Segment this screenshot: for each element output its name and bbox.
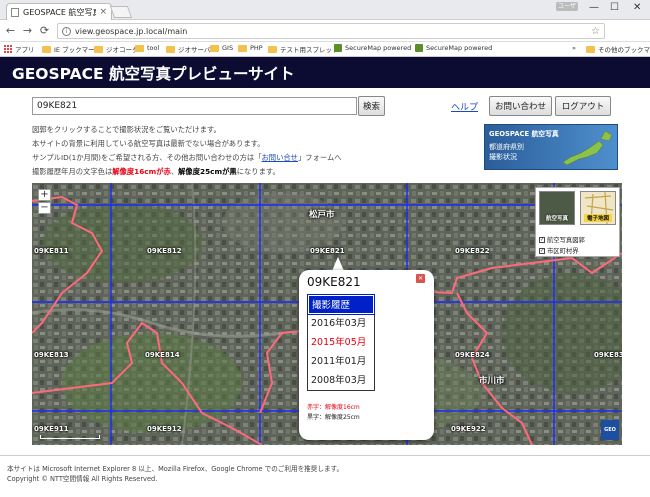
bookmark-star-icon[interactable]: ☆ [591, 26, 600, 37]
globe-icon [415, 44, 423, 52]
forward-icon[interactable]: → [21, 24, 34, 38]
capture-history-list: 撮影履歴 2016年03月 2015年05月 2011年01月 2008年03月 [307, 294, 375, 391]
close-window-icon[interactable]: ✕ [633, 2, 641, 13]
aerial-map[interactable]: 09KE811 09KE812 09KE821 09KE822 09KE813 … [32, 183, 622, 445]
bookmark-link[interactable]: SecureMap powered [334, 44, 411, 52]
popup-title: 09KE821 [307, 275, 361, 289]
folder-icon [238, 44, 247, 52]
tile-label[interactable]: 09KE814 [145, 351, 180, 359]
minimize-icon[interactable]: — [589, 2, 599, 13]
japan-map-icon [562, 130, 613, 166]
tile-label[interactable]: 09KE912 [147, 425, 182, 433]
bookmarks-bar: アプリ IE ブックマーク ジオコーダ tool ジオサーバ GIS PHP テ… [0, 42, 650, 57]
bookmark-folder[interactable]: PHP [238, 44, 263, 52]
tile-label[interactable]: 09KE821 [310, 247, 345, 255]
boundary-layer-checkbox[interactable]: ✓ 市区町村界 [539, 246, 578, 255]
folder-icon [42, 45, 51, 53]
tile-label[interactable]: 09KE822 [455, 247, 490, 255]
bookmark-folder[interactable]: ジオコーダ [94, 44, 139, 54]
legend-red-note: 赤字：解像度16cm [307, 404, 360, 411]
folder-icon [210, 44, 219, 52]
capture-date-item[interactable]: 2015年05月 [308, 333, 374, 352]
search-input[interactable] [32, 97, 357, 115]
browser-tabbar: GEOSPACE 航空写真プレビ × ユーザ — ☐ ✕ [0, 0, 650, 20]
apps-icon [4, 45, 12, 53]
legend-black-note: 黒字：解像度25cm [307, 414, 360, 421]
site-title: GEOSPACE 航空写真プレビューサイト [12, 65, 295, 83]
city-label: 市川市 [479, 376, 505, 386]
popup-close-icon[interactable]: ✕ [416, 274, 425, 283]
bookmark-apps[interactable]: アプリ [4, 44, 35, 54]
tile-label[interactable]: 09KE813 [34, 351, 69, 359]
folder-icon [166, 45, 175, 53]
contact-button[interactable]: お問い合わせ [489, 96, 552, 116]
tile-label[interactable]: 09KE922 [451, 425, 486, 433]
bookmark-folder[interactable]: tool [135, 44, 159, 52]
desc-line: 撮影履歴年月の文字色は解像度16cmが赤、解像度25cmが黒になります。 [32, 167, 280, 176]
url-text[interactable]: view.geospace.jp.local/main [75, 27, 591, 36]
banner-subtitle: 都道府県別 撮影状況 [489, 143, 524, 161]
capture-date-item[interactable]: 2011年01月 [308, 352, 374, 371]
checkbox-checked-icon: ✓ [539, 236, 545, 243]
bookmark-folder[interactable]: GIS [210, 44, 233, 52]
site-info-icon[interactable]: i [62, 26, 71, 36]
desc-line: 図郭をクリックすることで撮影状況をご覧いただけます。 [32, 125, 221, 134]
tab-title: GEOSPACE 航空写真プレビ [23, 7, 96, 17]
zoom-in-button[interactable]: + [38, 189, 51, 201]
tile-info-popup: ✕ 09KE821 撮影履歴 2016年03月 2015年05月 2011年01… [299, 270, 434, 440]
browser-tab[interactable]: GEOSPACE 航空写真プレビ × [6, 3, 112, 20]
tile-label[interactable]: 09KE911 [34, 425, 69, 433]
other-bookmarks[interactable]: その他のブックマーク [586, 44, 650, 54]
aerial-layer-button[interactable]: 航空写真 [539, 191, 575, 225]
maximize-icon[interactable]: ☐ [610, 2, 619, 13]
globe-icon [334, 44, 342, 52]
site-header: GEOSPACE 航空写真プレビューサイト [0, 57, 650, 88]
bookmark-folder[interactable]: ジオサーバ [166, 44, 210, 54]
digital-map-layer-button[interactable]: 電子地図 [580, 191, 616, 225]
footer-divider [0, 455, 650, 456]
search-button[interactable]: 検索 [358, 96, 385, 116]
footer-browser-note: 本サイトは Microsoft Internet Explorer 8 以上、M… [7, 465, 344, 473]
grid-layer-checkbox[interactable]: ✓ 航空写真図郭 [539, 235, 585, 244]
folder-icon [586, 45, 595, 53]
new-tab-button[interactable] [109, 6, 133, 18]
browser-toolbar: ← → ⟳ i view.geospace.jp.local/main ☆ ◆ … [0, 20, 650, 55]
bookmarks-overflow-icon[interactable]: » [572, 44, 576, 52]
logout-button[interactable]: ログアウト [555, 96, 611, 116]
address-bar[interactable]: i view.geospace.jp.local/main ☆ [57, 23, 605, 39]
tile-label[interactable]: 09KE824 [455, 351, 490, 359]
help-link[interactable]: ヘルプ [451, 100, 478, 113]
tile-label[interactable]: 09KE811 [34, 247, 69, 255]
bookmark-folder[interactable]: テスト用スプレッド [268, 44, 339, 54]
prefecture-status-banner[interactable]: GEOSPACE 航空写真 都道府県別 撮影状況 [484, 124, 618, 170]
checkbox-checked-icon: ✓ [539, 247, 545, 254]
scale-bar [40, 435, 100, 439]
profile-chip[interactable]: ユーザ [556, 2, 578, 11]
footer-copyright: Copyright © NTT空間情報 All Rights Reserved. [7, 475, 158, 483]
contact-link[interactable]: お問い合せ [262, 153, 298, 162]
back-icon[interactable]: ← [4, 24, 17, 38]
zoom-out-button[interactable]: − [38, 202, 51, 214]
city-label: 松戸市 [309, 210, 335, 220]
capture-date-item[interactable]: 2008年03月 [308, 371, 374, 390]
capture-history-header: 撮影履歴 [307, 294, 375, 315]
desc-line: 本サイトの背景に利用している航空写真は最新でない場合があります。 [32, 139, 265, 148]
page-favicon-icon [11, 7, 19, 17]
layer-switcher: 航空写真 電子地図 ✓ 航空写真図郭 ✓ 市区町村界 [535, 187, 620, 257]
folder-icon [94, 45, 103, 53]
banner-title: GEOSPACE 航空写真 [489, 130, 559, 138]
popup-tail [332, 257, 344, 271]
tile-label[interactable]: 09KE833 [594, 351, 622, 359]
bookmark-link[interactable]: SecureMap powered [415, 44, 492, 52]
folder-icon [135, 44, 144, 52]
folder-icon [268, 45, 277, 53]
bookmark-folder[interactable]: IE ブックマーク [42, 44, 101, 54]
tab-close-icon[interactable]: × [99, 7, 107, 17]
reload-icon[interactable]: ⟳ [38, 24, 51, 38]
desc-line: サンプルID(1か月間)をご希望される方、その他お問い合わせの方は「お問い合せ」… [32, 153, 342, 162]
capture-date-item[interactable]: 2016年03月 [308, 314, 374, 333]
tile-label[interactable]: 09KE812 [147, 247, 182, 255]
geo-logo-icon: GEO [601, 420, 619, 440]
